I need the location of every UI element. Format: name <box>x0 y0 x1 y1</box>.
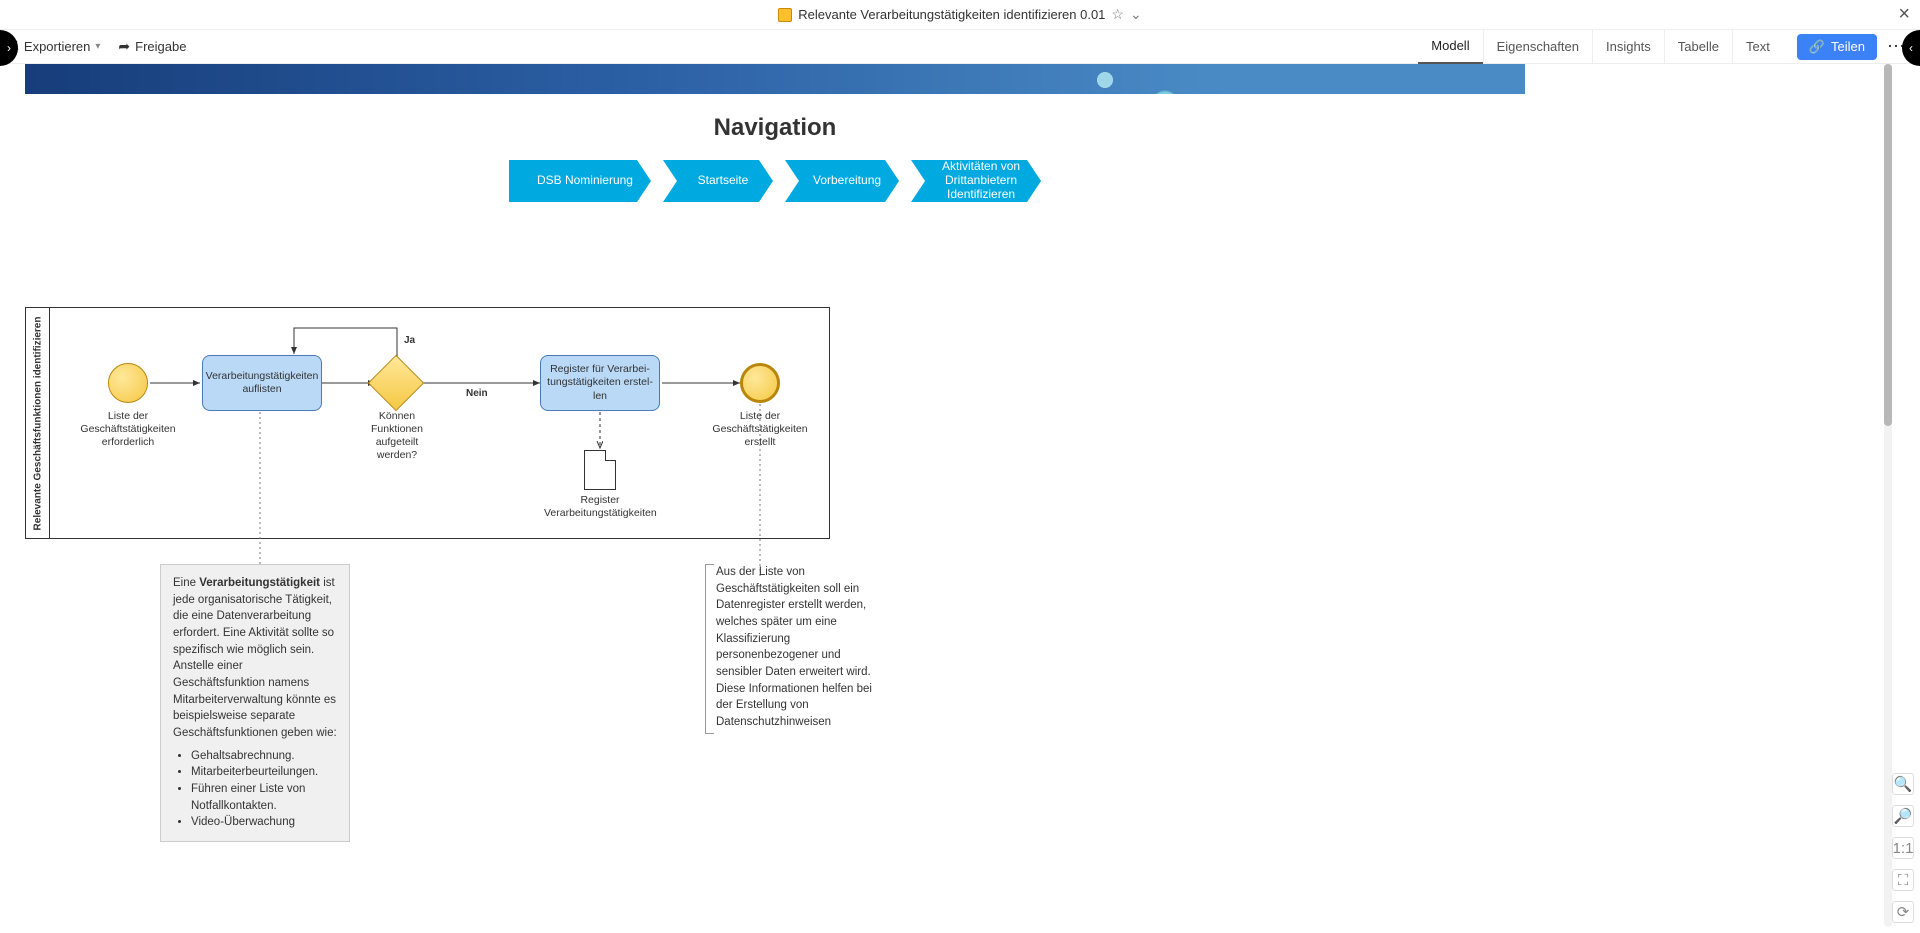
title-dropdown-icon[interactable]: ⌄ <box>1130 6 1142 23</box>
zoom-reset-icon[interactable]: 1:1 <box>1892 837 1914 859</box>
navigation-title: Navigation <box>25 114 1525 142</box>
tab-insights[interactable]: Insights <box>1592 30 1664 64</box>
title-bar: Relevante Verarbeitungstätigkeiten ident… <box>0 0 1920 30</box>
lane-header: Relevante Geschäftsfunktionen identifizi… <box>26 308 50 538</box>
data-object-label: Register Verarbeitungstätigkeiten <box>544 494 656 520</box>
task-register-erstellen[interactable]: Register für Verarbei­tungstätigkeiten e… <box>540 355 660 411</box>
bpmn-pool: Relevante Geschäftsfunktionen identifizi… <box>25 307 830 539</box>
zoom-tools: 🔍 🔎 1:1 ⛶ ⟳ <box>1892 773 1914 923</box>
page-title: Relevante Verarbeitungstätigkeiten ident… <box>798 7 1105 22</box>
nav-startseite[interactable]: Startseite <box>663 160 773 202</box>
canvas[interactable]: Navigation DSB Nominierung Startseite Vo… <box>25 64 1880 933</box>
tab-modell[interactable]: Modell <box>1418 30 1482 64</box>
gateway-no-label: Nein <box>466 388 488 399</box>
annotation-verarbeitungstaetigkeit: Eine Verarbeitungstätigkeit ist jede org… <box>160 564 350 842</box>
share-icon: 🔗 <box>1809 39 1825 55</box>
zoom-in-icon[interactable]: 🔍 <box>1892 773 1914 795</box>
start-event-label: Liste der Geschäftstätigkeiten erforderl… <box>80 410 176 449</box>
tab-tabelle[interactable]: Tabelle <box>1664 30 1732 64</box>
zoom-out-icon[interactable]: 🔎 <box>1892 805 1914 827</box>
start-event[interactable] <box>108 363 148 403</box>
fit-screen-icon[interactable]: ⛶ <box>1892 869 1914 891</box>
end-event-label: Liste der Geschäftstätigkeiten erstellt <box>710 410 810 449</box>
toolbar: ⭳ Exportieren ▾ ➦ Freigabe Modell Eigens… <box>0 30 1920 64</box>
annotation-datenregister: Aus der Liste von Geschäftstätigkeiten s… <box>705 564 875 734</box>
favorite-icon[interactable]: ☆ <box>1111 6 1124 23</box>
nav-dsb[interactable]: DSB Nominierung <box>509 160 651 202</box>
vertical-scrollbar[interactable] <box>1884 64 1892 927</box>
share-out-icon: ➦ <box>118 38 130 55</box>
task-auflisten[interactable]: Verarbeitungstätigkeiten auflisten <box>202 355 322 411</box>
share-button[interactable]: 🔗 Teilen <box>1797 34 1877 60</box>
end-event[interactable] <box>740 363 780 403</box>
model-icon <box>778 8 792 22</box>
tab-eigenschaften[interactable]: Eigenschaften <box>1483 30 1592 64</box>
nav-drittanbieter[interactable]: Aktivitäten von Dritt­anbietern Identifi… <box>911 160 1041 202</box>
close-icon[interactable]: × <box>1898 4 1910 24</box>
refresh-icon[interactable]: ⟳ <box>1892 901 1914 923</box>
gateway-split[interactable] <box>368 355 425 412</box>
data-object-register[interactable] <box>584 450 616 490</box>
gateway-label: Können Funktionen aufgeteilt werden? <box>358 410 436 463</box>
header-banner <box>25 64 1525 94</box>
release-button[interactable]: ➦ Freigabe <box>118 35 186 59</box>
tab-text[interactable]: Text <box>1732 30 1783 64</box>
export-button[interactable]: ⭳ Exportieren ▾ <box>14 35 100 59</box>
nav-vorbereitung[interactable]: Vorbereitung <box>785 160 899 202</box>
gateway-yes-label: Ja <box>404 335 415 346</box>
chevron-down-icon: ▾ <box>95 41 100 52</box>
navigation-area: Navigation DSB Nominierung Startseite Vo… <box>25 94 1525 242</box>
